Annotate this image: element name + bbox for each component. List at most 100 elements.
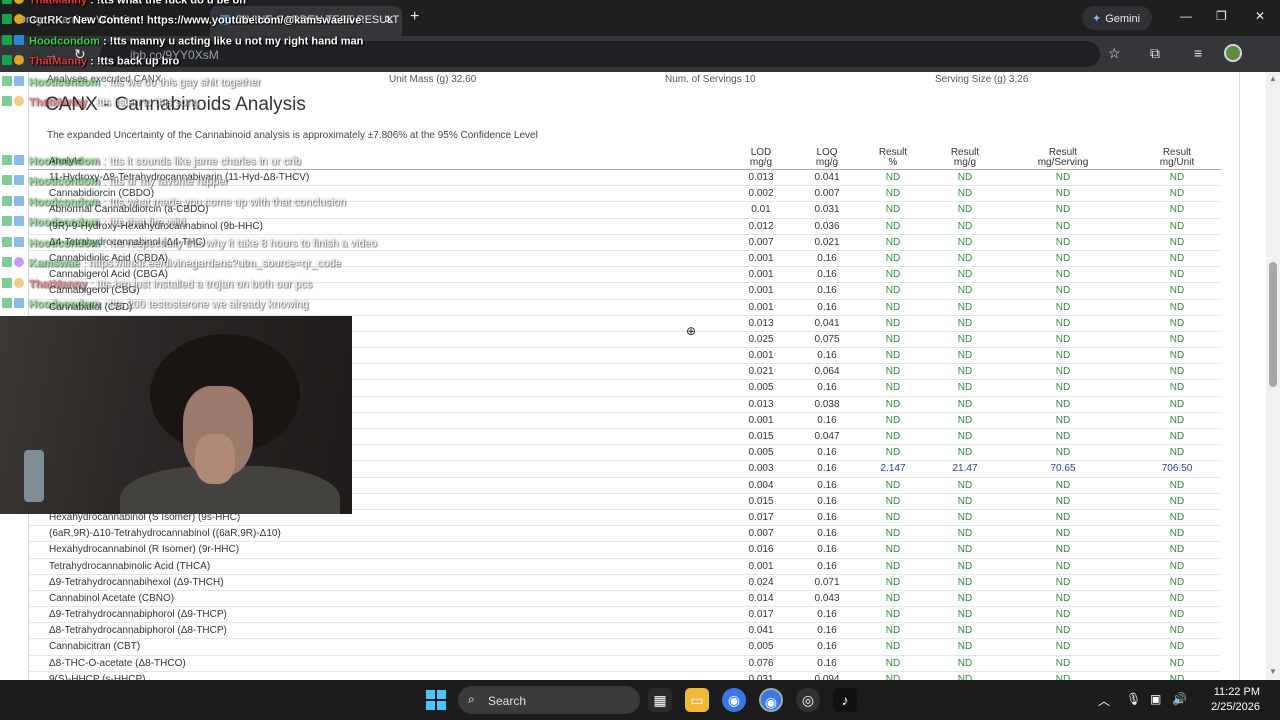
clock-date[interactable]: 2/25/2026	[1196, 701, 1260, 713]
cell-result-unit: ND	[1169, 366, 1185, 378]
cell-lod: 0.001	[748, 350, 774, 362]
cell-analyte: (9R)-9-Hydroxy-Hexahydrocannabinol (9b-H…	[49, 220, 263, 232]
cell-analyte: (6aR,9R)-Δ10-Tetrahydrocannabinol ((6aR,…	[49, 528, 281, 540]
browser-tab-strip: Dragonwarriors Website DIVINE GARDEN TES…	[0, 0, 1280, 36]
cell-result-mgg: ND	[957, 479, 973, 491]
sparkle-icon: ✦	[1092, 13, 1102, 25]
cell-result-mgg: ND	[957, 576, 973, 588]
cell-lod: 0.001	[748, 285, 774, 297]
bookmark-star-icon[interactable]: ☆	[1108, 45, 1121, 62]
col-result-mgg: Result mg/g	[950, 147, 980, 168]
cell-loq: 0.047	[814, 431, 840, 442]
cell-loq: 0.16	[817, 350, 837, 362]
obs-icon[interactable]: ◎	[796, 688, 820, 712]
cell-result-pct: ND	[885, 544, 901, 556]
scrollbar-thumb[interactable]	[1269, 262, 1277, 387]
tab-title: DIVINE GARDEN TEST RESULT	[236, 14, 400, 26]
cell-result-pct: ND	[885, 528, 901, 540]
cell-lod: 0.001	[748, 269, 774, 281]
col-result-pct: Result %	[878, 147, 908, 168]
extensions-icon[interactable]: ⧉	[1150, 45, 1160, 62]
num-servings: Num. of Servings 10	[665, 74, 756, 85]
cell-result-serving: ND	[1055, 398, 1071, 410]
analyses-executed: Analyses executed CANX	[47, 74, 162, 85]
minimize-icon[interactable]: —	[1180, 9, 1192, 23]
cell-result-serving: 70.65	[1050, 463, 1076, 475]
table-row: (9R)-9-Hydroxy-Hexahydrocannabinol (9b-H…	[29, 219, 1221, 235]
cell-loq: 0.16	[817, 269, 837, 281]
cell-result-serving: ND	[1055, 333, 1071, 345]
cell-result-pct: ND	[885, 252, 901, 264]
cell-loq: 0.041	[814, 317, 840, 329]
cell-result-serving: ND	[1055, 511, 1071, 523]
cell-analyte: Hexahydrocannabinol (R Isomer) (9r-HHC)	[49, 544, 240, 556]
cell-result-mgg: ND	[957, 398, 973, 410]
cell-result-pct: ND	[885, 495, 901, 507]
cell-lod: 0.024	[748, 576, 774, 588]
webcam-bottle	[24, 450, 44, 502]
cell-loq: 0.043	[814, 592, 840, 604]
back-arrow-icon[interactable]: ←	[12, 46, 26, 62]
address-bar[interactable]: jbb.co/9YY0XsM	[100, 41, 1100, 67]
tiktok-icon[interactable]: ♪	[833, 688, 857, 712]
cell-result-pct: ND	[885, 172, 901, 183]
cell-lod: 0.01	[751, 204, 771, 216]
cell-result-pct: ND	[885, 511, 901, 523]
cell-result-pct: ND	[885, 285, 901, 297]
cell-lod: 0.014	[748, 592, 774, 604]
cell-analyte: Cannabicitran (CBT)	[49, 641, 141, 653]
cell-result-pct: ND	[885, 269, 901, 281]
store-app-icon[interactable]: ▦	[648, 688, 672, 712]
profile-avatar[interactable]	[1224, 44, 1242, 62]
tab-dragonwarriors[interactable]: Dragonwarriors Website	[8, 6, 208, 36]
chrome-icon[interactable]: ◉	[722, 688, 746, 712]
cell-result-serving: ND	[1055, 609, 1071, 621]
cell-result-serving: ND	[1055, 236, 1071, 248]
cell-result-unit: ND	[1169, 576, 1185, 588]
close-tab-icon[interactable]: ✕	[385, 13, 394, 26]
cell-result-pct: ND	[885, 317, 901, 329]
cell-lod: 0.002	[748, 188, 774, 200]
volume-icon[interactable]: 🔊	[1172, 692, 1187, 706]
cell-lod: 0.001	[748, 560, 774, 572]
clock-time[interactable]: 11:22 PM	[1200, 686, 1260, 698]
maximize-icon[interactable]: ❐	[1216, 9, 1227, 23]
windows-start-icon[interactable]	[426, 690, 446, 710]
uncertainty-note: The expanded Uncertainty of the Cannabin…	[47, 130, 538, 141]
tray-chevron-icon[interactable]: ︿	[1098, 692, 1110, 709]
table-row: Δ8-Tetrahydrocannabiphorol (Δ8-THCP) 0.04…	[29, 623, 1221, 640]
cell-result-unit: ND	[1169, 609, 1185, 621]
cell-loq: 0.16	[817, 528, 837, 540]
cell-loq: 0.036	[814, 220, 840, 232]
media-controls-icon[interactable]: ≡	[1194, 45, 1202, 61]
scroll-up-arrow-icon[interactable]: ▲	[1269, 74, 1277, 83]
tab-divine-garden[interactable]: DIVINE GARDEN TEST RESULT ✕	[210, 6, 402, 36]
cell-lod: 0.005	[748, 382, 774, 394]
close-window-icon[interactable]: ✕	[1255, 9, 1265, 23]
cell-lod: 0.076	[748, 657, 774, 669]
cell-lod: 0.007	[748, 528, 774, 540]
cell-result-unit: ND	[1169, 398, 1185, 410]
network-icon[interactable]: ▣	[1150, 692, 1161, 706]
browser-toolbar: ← → ↻ jbb.co/9YY0XsM ☆ ⧉ ≡	[0, 36, 1280, 72]
cell-result-mgg: ND	[957, 269, 973, 281]
cell-result-pct: ND	[885, 479, 901, 491]
table-row: 11-Hydroxy-Δ8-Tetrahydrocannabivarin (11…	[29, 170, 1221, 187]
table-row: Hexahydrocannabinol (R Isomer) (9r-HHC) 0…	[29, 542, 1221, 559]
cell-result-mgg: ND	[957, 188, 973, 200]
page-scrollbar[interactable]: ▲ ▼	[1266, 72, 1280, 680]
file-explorer-icon[interactable]: ▭	[685, 688, 709, 712]
cell-result-mgg: ND	[957, 301, 973, 313]
taskbar-search[interactable]: ⌕ Search	[458, 686, 640, 714]
table-row: 9(S)-HHCP (s-HHCP) 0.031 0.094 ND ND ND ND	[29, 672, 1221, 680]
scroll-down-arrow-icon[interactable]: ▼	[1269, 667, 1277, 676]
cell-result-mgg: ND	[957, 641, 973, 653]
chrome-profile-icon[interactable]: ◉	[759, 688, 783, 712]
microphone-icon[interactable]: 🎙	[1126, 692, 1141, 706]
url-text: jbb.co/9YY0XsM	[130, 48, 219, 62]
col-loq: LOQ mg/g	[815, 147, 839, 168]
new-tab-icon[interactable]: +	[410, 8, 419, 26]
gemini-button[interactable]: ✦ Gemini	[1082, 6, 1152, 30]
forward-arrow-icon[interactable]: →	[44, 46, 58, 62]
reload-icon[interactable]: ↻	[74, 46, 86, 63]
